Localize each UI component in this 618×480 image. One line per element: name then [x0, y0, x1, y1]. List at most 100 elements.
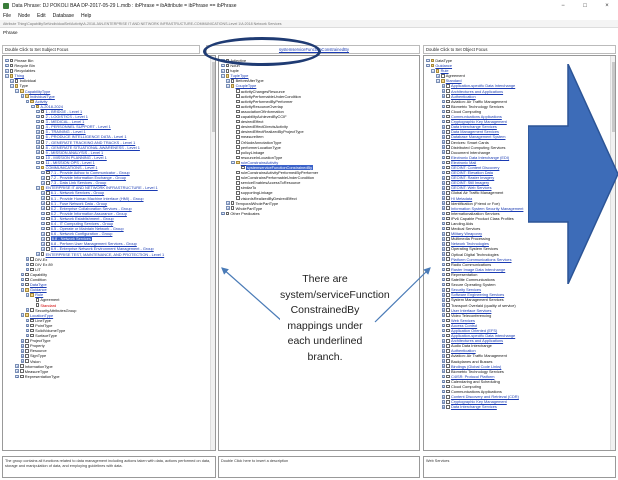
collapse-toggle-icon[interactable]: −: [31, 104, 35, 109]
object-description[interactable]: Web Services: [423, 456, 616, 478]
maximize-button[interactable]: □: [574, 0, 596, 11]
expand-toggle-icon[interactable]: +: [5, 58, 9, 63]
expand-toggle-icon[interactable]: +: [441, 405, 446, 409]
expand-toggle-icon[interactable]: +: [41, 237, 45, 241]
object-tree-row[interactable]: + Data Interchange Services: [426, 404, 615, 409]
expand-toggle-icon[interactable]: +: [25, 267, 30, 272]
expand-toggle-icon[interactable]: +: [441, 181, 446, 185]
expand-toggle-icon[interactable]: +: [25, 262, 30, 267]
expand-toggle-icon[interactable]: +: [221, 68, 225, 73]
expand-toggle-icon[interactable]: +: [36, 114, 40, 119]
expand-toggle-icon[interactable]: +: [36, 109, 40, 114]
expand-toggle-icon[interactable]: [231, 181, 235, 185]
expand-toggle-icon[interactable]: [31, 303, 35, 307]
expand-toggle-icon[interactable]: +: [441, 155, 446, 160]
expand-toggle-icon[interactable]: [231, 156, 235, 160]
expand-toggle-icon[interactable]: +: [441, 354, 446, 358]
expand-toggle-icon[interactable]: [231, 94, 235, 98]
expand-toggle-icon[interactable]: +: [441, 84, 446, 88]
subject-description[interactable]: The group contains all functions related…: [2, 456, 216, 478]
expand-toggle-icon[interactable]: +: [41, 201, 45, 205]
expand-toggle-icon[interactable]: +: [441, 175, 446, 180]
expand-toggle-icon[interactable]: +: [441, 323, 446, 328]
collapse-toggle-icon[interactable]: −: [25, 293, 30, 297]
expand-toggle-icon[interactable]: +: [41, 216, 45, 221]
expand-toggle-icon[interactable]: +: [20, 272, 25, 277]
expand-toggle-icon[interactable]: +: [441, 114, 446, 119]
collapse-toggle-icon[interactable]: −: [20, 94, 25, 98]
expand-toggle-icon[interactable]: [231, 176, 235, 180]
expand-toggle-icon[interactable]: +: [441, 191, 446, 195]
expand-toggle-icon[interactable]: +: [441, 196, 446, 200]
predicate-tree-row[interactable]: + Other Predicates: [221, 211, 419, 216]
expand-toggle-icon[interactable]: +: [20, 354, 25, 358]
expand-toggle-icon[interactable]: +: [20, 344, 25, 348]
expand-toggle-icon[interactable]: +: [36, 130, 40, 134]
expand-toggle-icon[interactable]: [231, 145, 235, 149]
expand-toggle-icon[interactable]: +: [441, 293, 446, 297]
expand-toggle-icon[interactable]: +: [441, 109, 446, 114]
expand-toggle-icon[interactable]: +: [441, 384, 446, 389]
expand-toggle-icon[interactable]: +: [41, 196, 45, 200]
expand-toggle-icon[interactable]: +: [5, 63, 9, 68]
expand-toggle-icon[interactable]: +: [20, 359, 25, 363]
expand-toggle-icon[interactable]: [231, 100, 235, 104]
expand-toggle-icon[interactable]: +: [36, 155, 40, 160]
expand-toggle-icon[interactable]: [231, 105, 235, 109]
expand-toggle-icon[interactable]: [231, 120, 235, 124]
expand-toggle-icon[interactable]: +: [41, 242, 45, 246]
predicate-tree-pane[interactable]: + Adjective + Noun + tuple − TupleType + BeforeAf…: [218, 55, 420, 451]
expand-toggle-icon[interactable]: +: [441, 104, 446, 109]
collapse-toggle-icon[interactable]: −: [5, 74, 9, 78]
expand-toggle-icon[interactable]: [231, 150, 235, 154]
expand-toggle-icon[interactable]: +: [36, 124, 40, 129]
expand-toggle-icon[interactable]: +: [441, 89, 446, 93]
expand-toggle-icon[interactable]: +: [36, 145, 40, 149]
expand-toggle-icon[interactable]: [231, 191, 235, 195]
close-button[interactable]: ×: [596, 0, 618, 11]
expand-toggle-icon[interactable]: +: [5, 68, 9, 73]
expand-toggle-icon[interactable]: +: [441, 308, 446, 312]
collapse-toggle-icon[interactable]: −: [426, 63, 430, 68]
collapse-toggle-icon[interactable]: −: [231, 160, 235, 165]
expand-toggle-icon[interactable]: +: [441, 140, 446, 144]
expand-toggle-icon[interactable]: +: [36, 252, 40, 256]
expand-toggle-icon[interactable]: +: [441, 150, 446, 155]
expand-toggle-icon[interactable]: +: [436, 74, 440, 78]
expand-toggle-icon[interactable]: +: [25, 257, 30, 261]
expand-toggle-icon[interactable]: [231, 135, 235, 139]
menu-file[interactable]: File: [3, 13, 11, 19]
expand-toggle-icon[interactable]: +: [441, 124, 446, 129]
expand-toggle-icon[interactable]: +: [441, 262, 446, 267]
expand-toggle-icon[interactable]: +: [226, 201, 230, 205]
expand-toggle-icon[interactable]: +: [41, 170, 45, 175]
expand-toggle-icon[interactable]: +: [221, 211, 225, 216]
expand-toggle-icon[interactable]: +: [441, 313, 446, 318]
expand-toggle-icon[interactable]: [231, 140, 235, 144]
expand-toggle-icon[interactable]: +: [441, 99, 446, 104]
expand-toggle-icon[interactable]: +: [15, 364, 19, 368]
expand-toggle-icon[interactable]: +: [441, 374, 446, 379]
expand-toggle-icon[interactable]: +: [41, 181, 45, 185]
expand-toggle-icon[interactable]: +: [441, 287, 446, 292]
expand-toggle-icon[interactable]: +: [41, 221, 45, 226]
expand-toggle-icon[interactable]: +: [10, 79, 14, 83]
expand-toggle-icon[interactable]: +: [15, 374, 19, 379]
expand-toggle-icon[interactable]: +: [441, 318, 446, 323]
expand-toggle-icon[interactable]: +: [441, 282, 446, 287]
expand-toggle-icon[interactable]: +: [441, 211, 446, 216]
tree-node-label[interactable]: ENTERPRISE TEST, MAINTENANCE, AND PROTEC…: [46, 252, 165, 257]
expand-toggle-icon[interactable]: +: [441, 379, 446, 384]
collapse-toggle-icon[interactable]: −: [25, 99, 30, 104]
expand-toggle-icon[interactable]: +: [25, 323, 30, 328]
expand-toggle-icon[interactable]: +: [441, 94, 446, 98]
expand-toggle-icon[interactable]: [231, 125, 235, 129]
expand-toggle-icon[interactable]: +: [441, 257, 446, 261]
expand-toggle-icon[interactable]: +: [441, 277, 446, 282]
expand-toggle-icon[interactable]: +: [20, 282, 25, 287]
expand-toggle-icon[interactable]: [231, 110, 235, 114]
expand-toggle-icon[interactable]: +: [25, 328, 30, 333]
expand-toggle-icon[interactable]: +: [20, 338, 25, 343]
tree-node-label[interactable]: RepresentationType: [25, 374, 60, 379]
expand-toggle-icon[interactable]: +: [36, 160, 40, 165]
